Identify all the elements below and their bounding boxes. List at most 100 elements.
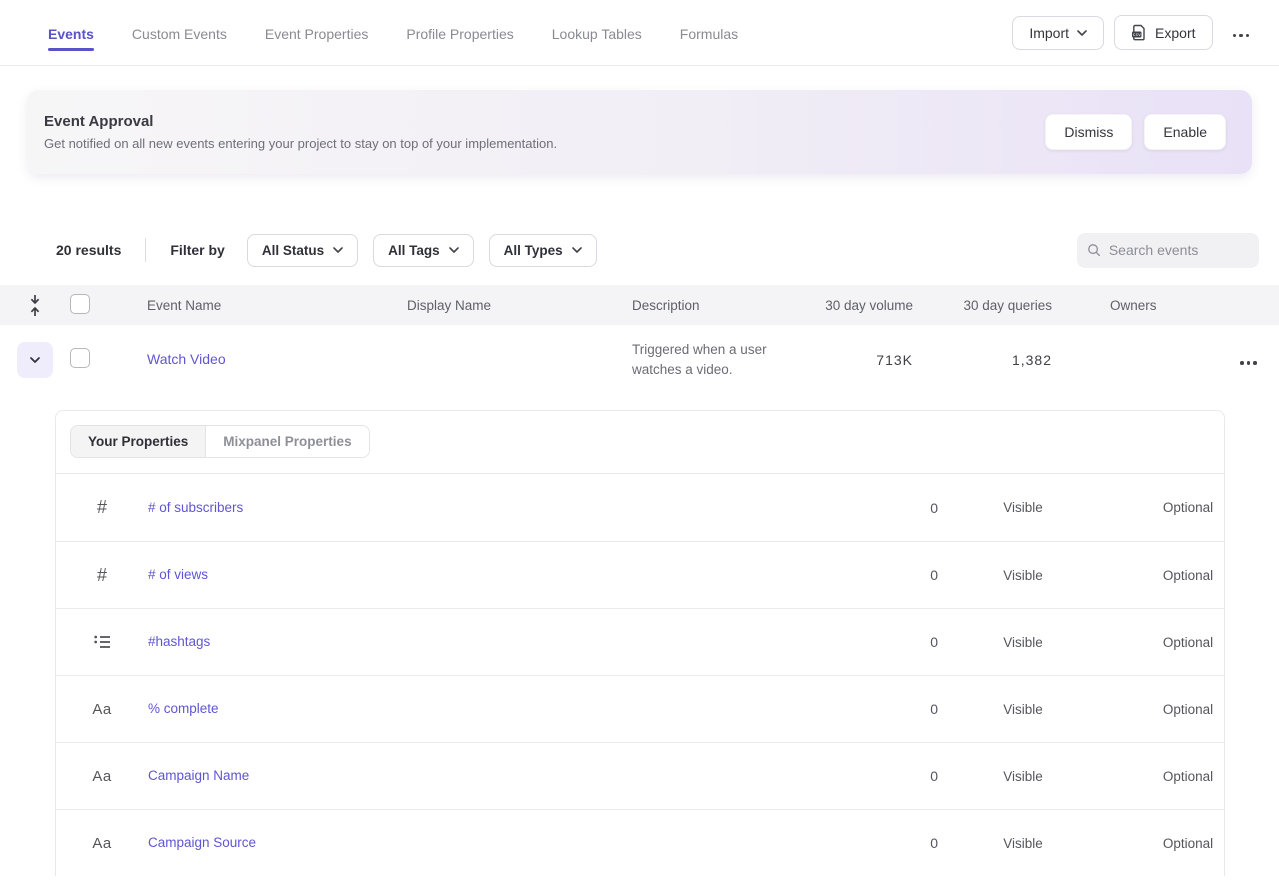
tab-formulas[interactable]: Formulas (680, 3, 738, 62)
chevron-down-icon (1077, 30, 1087, 36)
header-30-day-queries: 30 day queries (920, 298, 1059, 313)
property-name-link[interactable]: Campaign Name (148, 768, 249, 783)
chevron-down-icon (333, 247, 343, 253)
events-table-header: Event Name Display Name Description 30 d… (0, 285, 1279, 325)
types-filter-value: All Types (504, 243, 563, 258)
event-properties-panel: Your Properties Mixpanel Properties # # … (55, 410, 1225, 876)
nav-overflow-menu-button[interactable] (1223, 19, 1260, 46)
property-row: Aa Campaign Source 0 Visible Optional (56, 809, 1224, 876)
top-navigation: Events Custom Events Event Properties Pr… (0, 0, 1279, 66)
ellipsis-icon (1240, 361, 1257, 365)
event-30-day-queries: 1,382 (920, 352, 1059, 368)
chevron-down-icon (449, 247, 459, 253)
export-button[interactable]: csv Export (1114, 15, 1212, 50)
property-count: 0 (838, 567, 938, 583)
collapse-row-button[interactable] (17, 342, 53, 378)
select-all-checkbox[interactable] (70, 294, 90, 314)
status-filter-dropdown[interactable]: All Status (247, 234, 358, 267)
divider (145, 238, 146, 262)
row-overflow-menu-button[interactable] (1234, 347, 1263, 374)
nav-actions: Import csv Export (1012, 15, 1259, 50)
dismiss-button[interactable]: Dismiss (1045, 114, 1132, 150)
tab-your-properties[interactable]: Your Properties (71, 426, 205, 457)
property-requirement: Optional (1108, 500, 1268, 515)
event-approval-banner: Event Approval Get notified on all new e… (27, 90, 1252, 174)
tags-filter-dropdown[interactable]: All Tags (373, 234, 474, 267)
collapse-all-cell (0, 294, 70, 317)
import-button-label: Import (1029, 25, 1069, 41)
property-name-link[interactable]: # of subscribers (148, 500, 243, 515)
property-count: 0 (838, 835, 938, 851)
text-type-icon: Aa (92, 701, 111, 718)
property-count: 0 (838, 701, 938, 717)
search-input[interactable] (1109, 242, 1249, 258)
property-visibility: Visible (938, 635, 1108, 650)
search-icon (1087, 242, 1101, 258)
tab-event-properties[interactable]: Event Properties (265, 3, 369, 62)
event-30-day-volume: 713K (805, 352, 920, 368)
tab-events[interactable]: Events (48, 3, 94, 62)
properties-tabs-row: Your Properties Mixpanel Properties (56, 411, 1224, 474)
property-row: #hashtags 0 Visible Optional (56, 608, 1224, 675)
status-filter-value: All Status (262, 243, 324, 258)
text-type-icon: Aa (92, 768, 111, 785)
event-row-watch-video: Watch Video Triggered when a user watche… (0, 325, 1279, 395)
property-requirement: Optional (1108, 836, 1268, 851)
tab-profile-properties[interactable]: Profile Properties (406, 3, 513, 62)
tab-mixpanel-properties[interactable]: Mixpanel Properties (205, 426, 368, 457)
banner-actions: Dismiss Enable (1045, 114, 1226, 150)
property-visibility: Visible (938, 568, 1108, 583)
enable-button[interactable]: Enable (1144, 114, 1226, 150)
results-count: 20 results (56, 242, 121, 258)
collapse-rows-icon[interactable] (28, 294, 42, 317)
property-requirement: Optional (1108, 769, 1268, 784)
property-requirement: Optional (1108, 702, 1268, 717)
event-name-link[interactable]: Watch Video (147, 351, 226, 367)
banner-title: Event Approval (44, 113, 557, 130)
property-row: # # of views 0 Visible Optional (56, 541, 1224, 608)
property-count: 0 (838, 500, 938, 516)
property-count: 0 (838, 768, 938, 784)
property-requirement: Optional (1108, 568, 1268, 583)
ellipsis-icon (1233, 34, 1250, 38)
import-button[interactable]: Import (1012, 16, 1104, 50)
event-description: Triggered when a user watches a video. (615, 340, 805, 380)
chevron-down-icon (572, 247, 582, 253)
svg-text:csv: csv (1133, 33, 1142, 38)
tab-custom-events[interactable]: Custom Events (132, 3, 227, 62)
number-type-icon: # (97, 565, 107, 586)
banner-subtitle: Get notified on all new events entering … (44, 136, 557, 151)
nav-tabs: Events Custom Events Event Properties Pr… (48, 3, 1012, 62)
text-type-icon: Aa (92, 835, 111, 852)
property-visibility: Visible (938, 500, 1108, 515)
tags-filter-value: All Tags (388, 243, 440, 258)
property-row: Aa % complete 0 Visible Optional (56, 675, 1224, 742)
list-type-icon (94, 635, 111, 649)
property-name-link[interactable]: Campaign Source (148, 835, 256, 850)
banner-text: Event Approval Get notified on all new e… (44, 113, 557, 151)
csv-file-icon: csv (1131, 24, 1147, 41)
properties-tab-switcher: Your Properties Mixpanel Properties (70, 425, 370, 458)
property-requirement: Optional (1108, 635, 1268, 650)
number-type-icon: # (97, 497, 107, 518)
types-filter-dropdown[interactable]: All Types (489, 234, 597, 267)
property-row: Aa Campaign Name 0 Visible Optional (56, 742, 1224, 809)
tab-lookup-tables[interactable]: Lookup Tables (552, 3, 642, 62)
property-count: 0 (838, 634, 938, 650)
property-visibility: Visible (938, 769, 1108, 784)
header-event-name: Event Name (130, 298, 390, 313)
header-description: Description (615, 298, 805, 313)
header-owners: Owners (1059, 298, 1200, 313)
export-button-label: Export (1155, 25, 1195, 41)
chevron-down-icon (30, 357, 40, 363)
search-box (1077, 233, 1259, 268)
property-name-link[interactable]: % complete (148, 701, 219, 716)
filter-by-label: Filter by (170, 242, 224, 258)
property-name-link[interactable]: #hashtags (148, 634, 210, 649)
property-name-link[interactable]: # of views (148, 567, 208, 582)
header-display-name: Display Name (390, 298, 615, 313)
filter-toolbar: 20 results Filter by All Status All Tags… (56, 232, 1259, 268)
property-row: # # of subscribers 0 Visible Optional (56, 474, 1224, 541)
row-checkbox[interactable] (70, 348, 90, 368)
property-visibility: Visible (938, 702, 1108, 717)
